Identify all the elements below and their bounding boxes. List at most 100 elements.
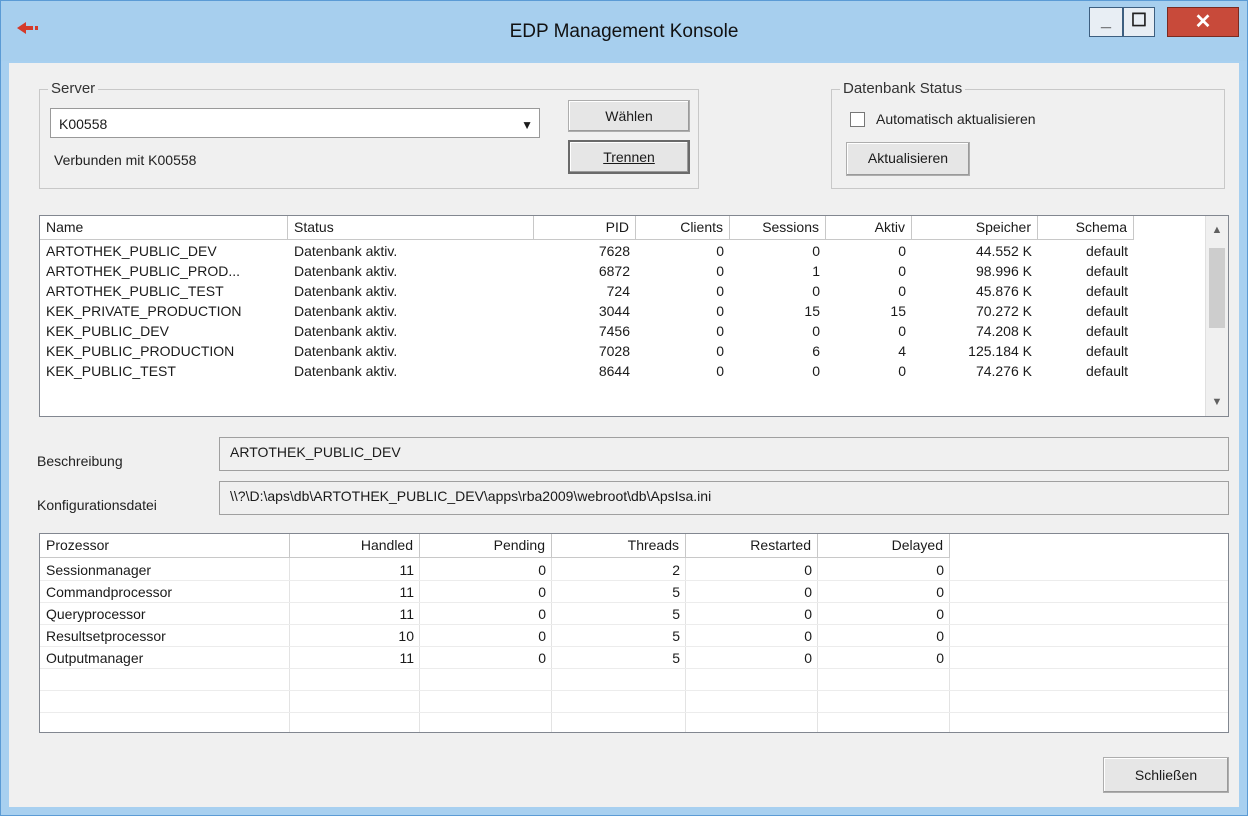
cell-prozessor: Sessionmanager [46,562,152,578]
cell-sessions: 1 [812,263,820,279]
column-header-prozessor[interactable]: Prozessor [40,534,290,558]
column-header-restarted[interactable]: Restarted [686,534,818,558]
cell-schema: default [1085,323,1128,339]
cell-pid: 7628 [598,243,630,259]
close-dialog-button[interactable]: Schließen [1103,757,1229,793]
column-header-name[interactable]: Name [40,216,288,240]
table-row[interactable]: KEK_PUBLIC_PRODUCTION Datenbank aktiv. 702… [40,341,1134,361]
cell-sessions: 0 [812,363,820,379]
cell-pending: 0 [538,562,546,578]
close-dialog-button-label: Schließen [1134,767,1198,783]
processor-list[interactable]: Prozessor Handled Pending Threads Restarted D… [39,533,1229,733]
column-header-schema[interactable]: Schema [1038,216,1134,240]
select-server-button-label: Wählen [605,108,653,124]
table-row[interactable]: ARTOTHEK_PUBLIC_TEST Datenbank aktiv. 724 0… [40,281,1134,301]
minimize-button[interactable]: _ [1089,7,1123,37]
cell-handled: 11 [399,606,414,622]
table-row[interactable]: ARTOTHEK_PUBLIC_PROD... Datenbank aktiv. 6… [40,261,1134,281]
database-list[interactable]: ▲ ▼ Name Status PID Clients Sessions Aktiv Spe… [39,215,1229,417]
grid-line [40,668,1228,669]
column-header-handled[interactable]: Handled [290,534,420,558]
cell-pid: 8644 [598,363,630,379]
chevron-down-icon[interactable]: ▼ [521,118,533,132]
database-list-scrollbar[interactable]: ▲ ▼ [1205,216,1228,416]
cell-aktiv: 0 [898,363,906,379]
cell-aktiv: 15 [890,303,906,319]
cell-delayed: 0 [936,562,944,578]
table-row[interactable]: KEK_PUBLIC_DEV Datenbank aktiv. 7456 0 0 0 74.… [40,321,1134,341]
column-header-threads[interactable]: Threads [552,534,686,558]
config-file-field[interactable]: \\?\D:\aps\db\ARTOTHEK_PUBLIC_DEV\apps\r… [219,481,1229,515]
cell-sessions: 0 [812,243,820,259]
cell-name: ARTOTHEK_PUBLIC_DEV [46,243,217,259]
column-header-aktiv[interactable]: Aktiv [826,216,912,240]
table-row[interactable]: KEK_PUBLIC_TEST Datenbank aktiv. 8644 0 0 0 74… [40,361,1134,381]
table-row[interactable]: Queryprocessor 11 0 5 0 0 [40,603,950,625]
server-combo-value: K00558 [59,116,108,132]
cell-status: Datenbank aktiv. [294,343,398,359]
table-row[interactable]: Commandprocessor 11 0 5 0 0 [40,581,950,603]
table-row[interactable]: ARTOTHEK_PUBLIC_DEV Datenbank aktiv. 7628 0… [40,241,1134,261]
main-window: EDP Management Konsole _ ☐ ✕ Server K005… [0,0,1248,816]
close-icon: ✕ [1194,11,1212,33]
title-bar[interactable]: EDP Management Konsole _ ☐ ✕ [1,1,1247,61]
cell-threads: 5 [672,606,680,622]
cell-aktiv: 0 [898,263,906,279]
cell-pid: 7028 [598,343,630,359]
cell-handled: 11 [399,584,414,600]
scroll-down-icon[interactable]: ▼ [1206,396,1228,408]
cell-clients: 0 [716,263,724,279]
cell-restarted: 0 [804,650,812,666]
cell-name: ARTOTHEK_PUBLIC_TEST [46,283,224,299]
disconnect-button[interactable]: Trennen [568,140,690,174]
cell-prozessor: Commandprocessor [46,584,173,600]
refresh-button[interactable]: Aktualisieren [846,142,970,176]
description-field[interactable]: ARTOTHEK_PUBLIC_DEV [219,437,1229,471]
cell-prozessor: Resultsetprocessor [46,628,166,644]
cell-schema: default [1085,243,1128,259]
client-area: Server K00558 ▼ Verbunden mit K00558 Wäh… [9,63,1239,807]
close-window-button[interactable]: ✕ [1167,7,1239,37]
cell-pid: 6872 [598,263,630,279]
grid-line [40,646,1228,647]
cell-schema: default [1085,283,1128,299]
scroll-up-icon[interactable]: ▲ [1206,224,1228,236]
disconnect-button-label: Trennen [603,149,655,165]
cell-speicher: 45.876 K [975,283,1032,299]
cell-name: KEK_PUBLIC_PRODUCTION [46,343,235,359]
cell-restarted: 0 [804,606,812,622]
cell-restarted: 0 [804,562,812,578]
cell-threads: 2 [672,562,680,578]
table-row[interactable]: KEK_PRIVATE_PRODUCTION Datenbank aktiv. 30… [40,301,1134,321]
cell-clients: 0 [716,303,724,319]
auto-refresh-label[interactable]: Automatisch aktualisieren [876,111,1036,127]
cell-status: Datenbank aktiv. [294,303,398,319]
cell-restarted: 0 [804,628,812,644]
table-row[interactable]: Sessionmanager 11 0 2 0 0 [40,559,950,581]
column-header-pending[interactable]: Pending [420,534,552,558]
cell-threads: 5 [672,584,680,600]
column-header-speicher[interactable]: Speicher [912,216,1038,240]
server-group: Server K00558 ▼ Verbunden mit K00558 Wäh… [39,80,699,189]
table-row[interactable]: Outputmanager 11 0 5 0 0 [40,647,950,669]
grid-line [40,690,1228,691]
grid-line [40,712,1228,713]
cell-speicher: 70.272 K [975,303,1032,319]
column-header-delayed[interactable]: Delayed [818,534,950,558]
select-server-button[interactable]: Wählen [568,100,690,132]
cell-aktiv: 0 [898,323,906,339]
auto-refresh-checkbox[interactable] [850,112,865,127]
table-row[interactable]: Resultsetprocessor 10 0 5 0 0 [40,625,950,647]
column-header-sessions[interactable]: Sessions [730,216,826,240]
cell-clients: 0 [716,243,724,259]
column-header-clients[interactable]: Clients [636,216,730,240]
cell-clients: 0 [716,343,724,359]
scroll-thumb[interactable] [1209,248,1225,328]
column-header-pid[interactable]: PID [534,216,636,240]
cell-pending: 0 [538,606,546,622]
column-header-status[interactable]: Status [288,216,534,240]
maximize-button[interactable]: ☐ [1123,7,1155,37]
server-combo[interactable]: K00558 ▼ [50,108,540,138]
cell-pid: 3044 [598,303,630,319]
cell-prozessor: Outputmanager [46,650,144,666]
